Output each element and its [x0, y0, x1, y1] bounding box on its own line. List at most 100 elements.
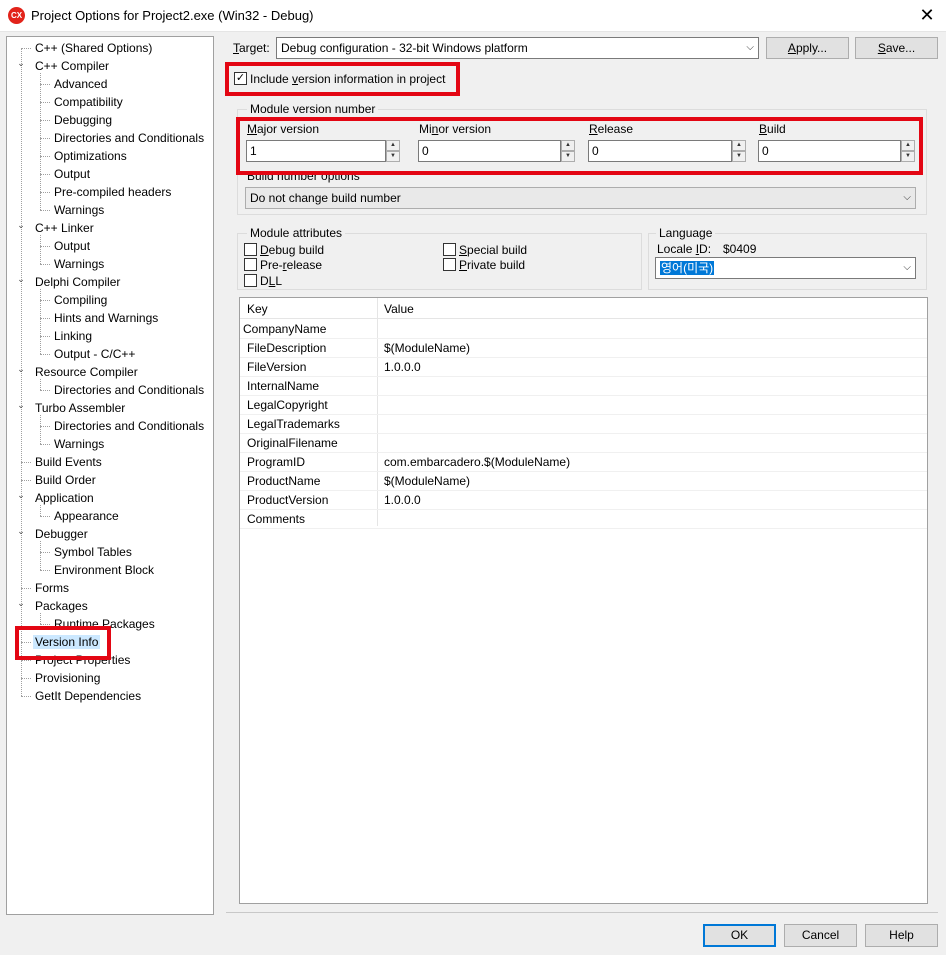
table-row[interactable]: LegalTrademarks: [240, 415, 927, 434]
include-version-label[interactable]: Include version information in project: [250, 72, 445, 86]
table-row[interactable]: FileVersion 1.0.0.0: [240, 358, 927, 377]
save-button[interactable]: Save...: [855, 37, 938, 59]
tree-item-getit-dependencies[interactable]: GetIt Dependencies: [33, 687, 143, 705]
tree-item-compatibility[interactable]: Compatibility: [52, 93, 125, 111]
table-row[interactable]: OriginalFilename: [240, 434, 927, 453]
close-icon[interactable]: ✕: [916, 4, 938, 26]
tree-item-output-c-c[interactable]: Output - C/C++: [52, 345, 137, 363]
chevron-down-icon[interactable]: ⌄: [16, 396, 26, 414]
tree-item-build-order[interactable]: Build Order: [33, 471, 98, 489]
build-options-combo[interactable]: Do not change build number ⌵: [245, 187, 916, 209]
table-row[interactable]: LegalCopyright: [240, 396, 927, 415]
spin-up-icon[interactable]: ▲: [901, 140, 915, 151]
table-row[interactable]: CompanyName: [240, 320, 927, 339]
spin-up-icon[interactable]: ▲: [386, 140, 400, 151]
tree-item-debugging[interactable]: Debugging: [52, 111, 114, 129]
tree-item-packages[interactable]: Packages: [33, 597, 90, 615]
chevron-down-icon[interactable]: ⌄: [16, 594, 26, 612]
minor-version-spinner[interactable]: ▲ ▼: [561, 140, 575, 162]
spin-up-icon[interactable]: ▲: [732, 140, 746, 151]
tree-item-output[interactable]: Output: [52, 165, 92, 183]
tree-item-project-properties[interactable]: Project Properties: [33, 651, 132, 669]
tree-item-delphi-compiler[interactable]: Delphi Compiler: [33, 273, 122, 291]
tree-item-output[interactable]: Output: [52, 237, 92, 255]
cancel-button[interactable]: Cancel: [784, 924, 857, 947]
target-combo[interactable]: Debug configuration - 32-bit Windows pla…: [276, 37, 759, 59]
spin-up-icon[interactable]: ▲: [561, 140, 575, 151]
chevron-down-icon[interactable]: ⌄: [16, 522, 26, 540]
row-value[interactable]: com.embarcadero.$(ModuleName): [384, 455, 570, 469]
language-combo[interactable]: 영어(미국) ⌵: [655, 257, 916, 279]
tree-item-compiling[interactable]: Compiling: [52, 291, 109, 309]
tree-item-optimizations[interactable]: Optimizations: [52, 147, 129, 165]
tree-item-turbo-assembler[interactable]: Turbo Assembler: [33, 399, 127, 417]
chevron-down-icon[interactable]: ⌄: [16, 486, 26, 504]
tree-item-debugger[interactable]: Debugger: [33, 525, 90, 543]
tree-item-forms[interactable]: Forms: [33, 579, 71, 597]
special-build-checkbox[interactable]: [443, 243, 456, 256]
table-row[interactable]: InternalName: [240, 377, 927, 396]
chevron-down-icon[interactable]: ⌄: [16, 216, 26, 234]
include-version-checkbox[interactable]: ✓: [234, 72, 247, 85]
tree-item-build-events[interactable]: Build Events: [33, 453, 104, 471]
table-row[interactable]: Comments: [240, 510, 927, 529]
version-info-table[interactable]: Key Value CompanyName FileDescription $(Mo…: [239, 297, 928, 904]
spin-down-icon[interactable]: ▼: [901, 151, 915, 162]
table-row[interactable]: ProductName $(ModuleName): [240, 472, 927, 491]
chevron-down-icon[interactable]: ⌄: [16, 360, 26, 378]
tree-item-warnings[interactable]: Warnings: [52, 435, 106, 453]
tree-item-runtime-packages[interactable]: Runtime Packages: [52, 615, 157, 633]
tree-item-warnings[interactable]: Warnings: [52, 255, 106, 273]
special-build-label[interactable]: Special build: [459, 243, 527, 257]
build-input[interactable]: 0: [758, 140, 901, 162]
tree-item-resource-compiler[interactable]: Resource Compiler: [33, 363, 140, 381]
chevron-down-icon[interactable]: ⌄: [16, 270, 26, 288]
build-spinner[interactable]: ▲ ▼: [901, 140, 915, 162]
tree-item-c-linker[interactable]: C++ Linker: [33, 219, 96, 237]
apply-button[interactable]: Apply...: [766, 37, 849, 59]
tree-item-provisioning[interactable]: Provisioning: [33, 669, 102, 687]
release-input[interactable]: 0: [588, 140, 732, 162]
value-column-header[interactable]: Value: [384, 302, 414, 316]
tree-item-warnings[interactable]: Warnings: [52, 201, 106, 219]
major-version-spinner[interactable]: ▲ ▼: [386, 140, 400, 162]
debug-build-label[interactable]: Debug build: [260, 243, 324, 257]
row-value[interactable]: $(ModuleName): [384, 474, 470, 488]
table-row[interactable]: ProgramID com.embarcadero.$(ModuleName): [240, 453, 927, 472]
tree-item-pre-compiled-headers[interactable]: Pre-compiled headers: [52, 183, 173, 201]
spin-down-icon[interactable]: ▼: [386, 151, 400, 162]
row-value[interactable]: 1.0.0.0: [384, 493, 421, 507]
spin-down-icon[interactable]: ▼: [732, 151, 746, 162]
tree-item-hints-and-warnings[interactable]: Hints and Warnings: [52, 309, 160, 327]
options-tree[interactable]: C++ (Shared Options) ⌄ C++ Compiler Advance…: [6, 36, 214, 915]
tree-item-directories-and-conditionals[interactable]: Directories and Conditionals: [52, 381, 206, 399]
tree-item-application[interactable]: Application: [33, 489, 96, 507]
table-row[interactable]: FileDescription $(ModuleName): [240, 339, 927, 358]
pre-release-label[interactable]: Pre-release: [260, 258, 322, 272]
tree-item-advanced[interactable]: Advanced: [52, 75, 109, 93]
table-row[interactable]: ProductVersion 1.0.0.0: [240, 491, 927, 510]
tree-item-symbol-tables[interactable]: Symbol Tables: [52, 543, 134, 561]
tree-item-directories-and-conditionals[interactable]: Directories and Conditionals: [52, 417, 206, 435]
tree-item-c-shared-options[interactable]: C++ (Shared Options): [33, 39, 154, 57]
dll-checkbox[interactable]: [244, 274, 257, 287]
tree-item-appearance[interactable]: Appearance: [52, 507, 121, 525]
release-spinner[interactable]: ▲ ▼: [732, 140, 746, 162]
private-build-checkbox[interactable]: [443, 258, 456, 271]
row-value[interactable]: $(ModuleName): [384, 341, 470, 355]
tree-item-directories-and-conditionals[interactable]: Directories and Conditionals: [52, 129, 206, 147]
chevron-down-icon[interactable]: ⌄: [16, 54, 26, 72]
debug-build-checkbox[interactable]: [244, 243, 257, 256]
major-version-input[interactable]: 1: [246, 140, 386, 162]
tree-item-environment-block[interactable]: Environment Block: [52, 561, 156, 579]
key-column-header[interactable]: Key: [247, 302, 268, 316]
ok-button[interactable]: OK: [703, 924, 776, 947]
row-value[interactable]: 1.0.0.0: [384, 360, 421, 374]
help-button[interactable]: Help: [865, 924, 938, 947]
tree-item-version-info[interactable]: Version Info: [33, 633, 101, 651]
spin-down-icon[interactable]: ▼: [561, 151, 575, 162]
tree-item-c-compiler[interactable]: C++ Compiler: [33, 57, 111, 75]
pre-release-checkbox[interactable]: [244, 258, 257, 271]
private-build-label[interactable]: Private build: [459, 258, 525, 272]
dll-label[interactable]: DLL: [260, 274, 282, 288]
